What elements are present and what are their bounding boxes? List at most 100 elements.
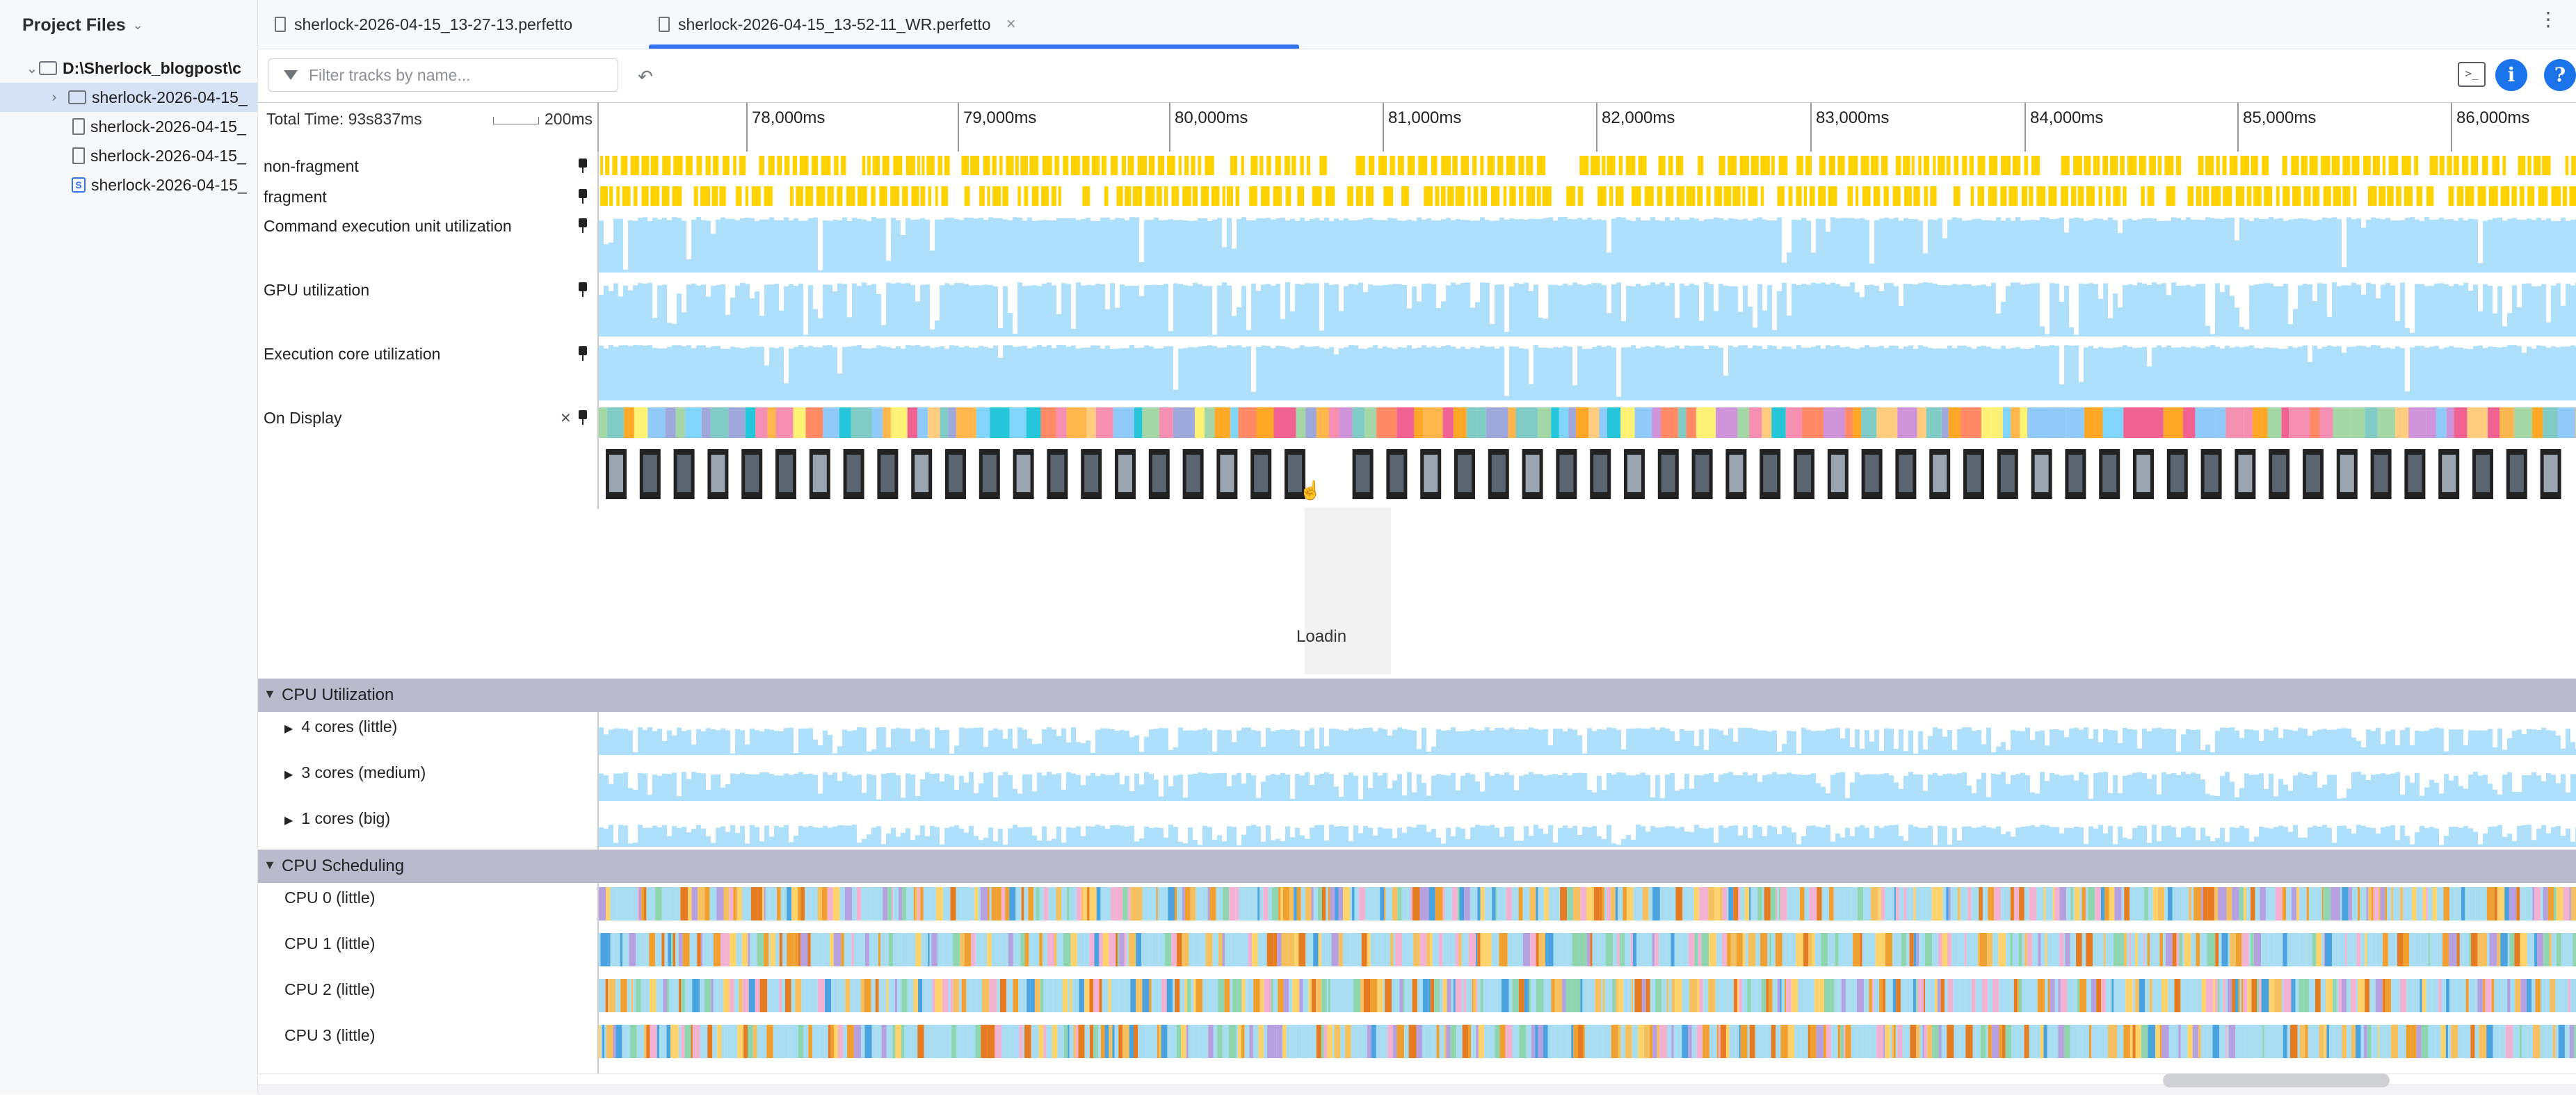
track-canvas[interactable] (597, 712, 2576, 758)
track-canvas[interactable] (597, 403, 2576, 509)
track-cpu-2[interactable]: CPU 2 (little) (258, 975, 2576, 1021)
pin-icon[interactable] (578, 282, 588, 298)
chevron-down-icon[interactable]: ⌄ (25, 60, 39, 77)
track-non-fragment[interactable]: non-fragment (258, 152, 2576, 183)
pin-icon[interactable] (578, 189, 588, 204)
track-label: On Display (264, 409, 341, 428)
tab-trace-1[interactable]: sherlock-2026-04-15_13-27-13.perfetto (275, 0, 572, 49)
file-icon (275, 17, 286, 32)
close-icon[interactable]: × (1006, 15, 1016, 34)
track-cpu-1[interactable]: CPU 1 (little) (258, 929, 2576, 975)
sched-slice (1506, 1025, 1513, 1058)
horizontal-scrollbar[interactable] (2163, 1073, 2390, 1087)
tree-item-root-folder[interactable]: ⌄ D:\Sherlock_blogpost\c (0, 54, 258, 83)
counter-bar (2322, 729, 2327, 755)
pin-icon[interactable] (578, 410, 588, 425)
info-button[interactable]: i (2495, 59, 2527, 91)
counter-bar (2522, 284, 2527, 336)
pin-icon[interactable] (578, 159, 588, 174)
track-cpu-3[interactable]: CPU 3 (little) (258, 1021, 2576, 1074)
undo-icon[interactable]: ↶ (634, 65, 657, 88)
pin-icon[interactable] (578, 218, 588, 234)
track-canvas[interactable] (597, 804, 2576, 850)
counter-bar (1125, 286, 1129, 336)
counter-bar (628, 788, 633, 801)
counter-bar (930, 826, 935, 847)
counter-bar (1047, 345, 1052, 400)
caret-down-icon[interactable]: ▼ (264, 858, 276, 873)
sched-slice (1817, 979, 1819, 1012)
track-fragment[interactable]: fragment (258, 182, 2576, 212)
track-cpu-util-medium[interactable]: ▶3 cores (medium) (258, 758, 2576, 804)
sched-slice (2287, 933, 2294, 966)
filter-tracks-box[interactable] (268, 58, 618, 92)
track-canvas[interactable] (597, 929, 2576, 975)
track-canvas[interactable] (597, 211, 2576, 275)
counter-bar (1305, 347, 1310, 400)
track-canvas[interactable] (597, 182, 2576, 211)
chevron-right-icon[interactable]: › (47, 90, 61, 106)
console-icon[interactable]: >_ (2458, 62, 2486, 87)
tree-item-subfolder[interactable]: › sherlock-2026-04-15_ (0, 83, 258, 112)
sched-slice (817, 887, 822, 920)
counter-bar (1767, 220, 1772, 273)
track-canvas[interactable] (597, 758, 2576, 804)
counter-bar (1860, 347, 1865, 400)
caret-right-icon[interactable]: ▶ (284, 723, 293, 735)
track-cpu-util-big[interactable]: ▶1 cores (big) (258, 804, 2576, 850)
counter-bar (1168, 331, 1173, 336)
tab-trace-2[interactable]: sherlock-2026-04-15_13-52-11_WR.perfetto… (649, 0, 1299, 49)
sched-slice (2261, 933, 2269, 966)
caret-down-icon[interactable]: ▼ (264, 687, 276, 701)
counter-bar (2478, 346, 2483, 400)
track-canvas[interactable] (597, 275, 2576, 339)
track-canvas[interactable] (597, 339, 2576, 403)
sched-slice (2437, 933, 2440, 966)
filter-tracks-input[interactable] (307, 65, 588, 86)
sched-slice (2257, 979, 2259, 1012)
sched-slice (1412, 887, 1420, 920)
gpu-slice (2501, 186, 2510, 206)
gpu-slice (1543, 186, 1552, 206)
track-canvas[interactable] (597, 152, 2576, 182)
caret-right-icon[interactable]: ▶ (284, 769, 293, 781)
sched-slice (1444, 887, 1451, 920)
sched-slice (1116, 887, 1122, 920)
counter-bar (774, 284, 779, 336)
track-execution-core[interactable]: Execution core utilization (258, 339, 2576, 404)
track-canvas[interactable] (597, 883, 2576, 929)
tree-item-trace-file[interactable]: S sherlock-2026-04-15_ (0, 170, 258, 200)
counter-bar (1933, 727, 1938, 755)
counter-bar (1757, 782, 1762, 801)
gpu-slice (713, 156, 718, 175)
frame-slice (624, 407, 634, 438)
track-on-display[interactable]: On Display ⨯ (258, 403, 2576, 510)
help-button[interactable]: ? (2544, 59, 2576, 91)
sched-slice (1604, 979, 1611, 1012)
section-cpu-utilization[interactable]: ▼ CPU Utilization (258, 679, 2576, 712)
project-files-header[interactable]: Project Files ⌄ (22, 13, 143, 38)
pin-icon[interactable] (578, 346, 588, 362)
sched-slice (2440, 933, 2442, 966)
track-gpu-utilization[interactable]: GPU utilization (258, 275, 2576, 340)
more-options-icon[interactable]: ⋮ (2538, 13, 2558, 26)
caret-right-icon[interactable]: ▶ (284, 815, 293, 827)
counter-bar (2317, 788, 2322, 801)
track-cpu-util-little[interactable]: ▶4 cores (little) (258, 712, 2576, 759)
section-cpu-scheduling[interactable]: ▼ CPU Scheduling (258, 850, 2576, 883)
counter-bar (1344, 347, 1349, 400)
track-command-execution[interactable]: Command execution unit utilization (258, 211, 2576, 276)
counter-bar (1164, 346, 1168, 400)
gpu-slice (965, 186, 970, 206)
frame-thumbnail-inner (2408, 455, 2422, 492)
collapse-icon[interactable]: ⨯ (560, 409, 572, 426)
counter-bar (2541, 781, 2546, 801)
counter-bar (1582, 220, 1587, 273)
chevron-down-icon[interactable]: ⌄ (133, 18, 143, 33)
track-cpu-0[interactable]: CPU 0 (little) (258, 883, 2576, 930)
tree-item-file[interactable]: sherlock-2026-04-15_ (0, 141, 258, 170)
track-canvas[interactable] (597, 975, 2576, 1021)
tree-item-file[interactable]: sherlock-2026-04-15_ (0, 112, 258, 141)
track-canvas[interactable] (597, 1021, 2576, 1073)
counter-bar (2337, 729, 2342, 755)
